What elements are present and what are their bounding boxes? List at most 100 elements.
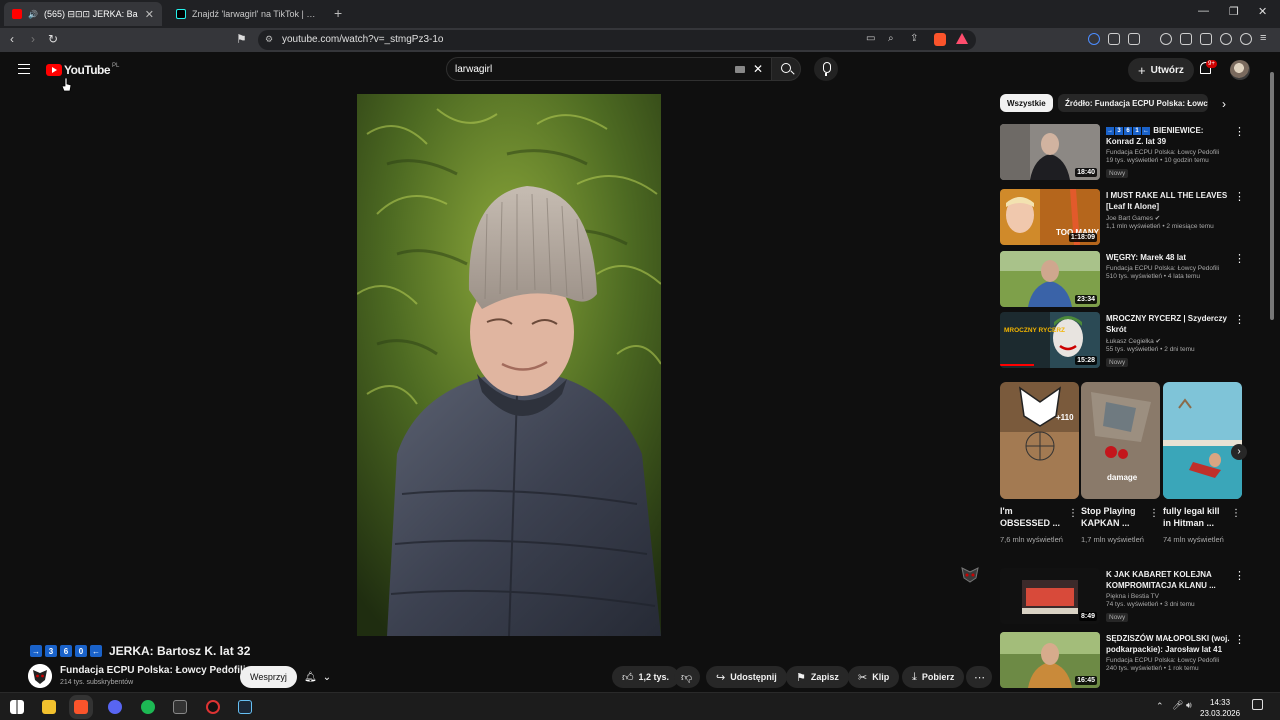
video-thumbnail[interactable]: 8:49: [1000, 568, 1100, 624]
recommendation-title[interactable]: WĘGRY: Marek 48 lat: [1106, 252, 1232, 263]
video-thumbnail[interactable]: TOO MANY 1:18:09: [1000, 189, 1100, 245]
spotify-icon[interactable]: [141, 700, 155, 714]
share-page-icon[interactable]: ⇪: [910, 33, 918, 44]
brave-shields-icon[interactable]: [934, 33, 946, 46]
short-item[interactable]: damage Stop Playing KAPKAN ... 1,7 mln w…: [1081, 382, 1160, 544]
tab-tiktok[interactable]: Znajdź 'larwagirl' na TikTok | Wyszuk: [168, 2, 328, 26]
minimize-icon[interactable]: —: [1198, 5, 1209, 17]
recommendation-item[interactable]: 16:45 SĘDZISZÓW MAŁOPOLSKI (woj. podkarp…: [1000, 632, 1250, 690]
steam-icon[interactable]: [238, 700, 252, 714]
download-button[interactable]: ⤓ Pobierz: [902, 666, 965, 688]
recommendation-title[interactable]: SĘDZISZÓW MAŁOPOLSKI (woj. podkarpackie)…: [1106, 633, 1232, 655]
close-window-icon[interactable]: ✕: [1258, 5, 1267, 18]
search-input[interactable]: larwagirl ✕: [446, 57, 772, 81]
channel-avatar[interactable]: [28, 664, 52, 688]
short-thumbnail[interactable]: [1163, 382, 1242, 499]
more-actions-button[interactable]: ⋯: [966, 666, 992, 688]
forward-icon[interactable]: ›: [31, 32, 35, 46]
video-player[interactable]: [357, 94, 661, 636]
recommendation-item[interactable]: 18:40 → 3 6 1 ← BIENIEWICE: Konrad Z. lat 39…: [1000, 124, 1250, 182]
more-vertical-icon[interactable]: ⋮: [1234, 633, 1245, 646]
chip-channel-source[interactable]: Źródło: Fundacja ECPU Polska: Łowcy: [1058, 94, 1208, 112]
video-thumbnail[interactable]: 23:34: [1000, 251, 1100, 307]
recommendation-channel[interactable]: Fundacja ECPU Polska: Łowcy Pedofili: [1106, 265, 1232, 272]
address-bar[interactable]: ⚙ youtube.com/watch?v=_stmgPz3-1o ▭ ⌕ ⇪: [258, 30, 976, 50]
search-button[interactable]: [771, 57, 801, 81]
recommendation-channel[interactable]: Fundacja ECPU Polska: Łowcy Pedofili: [1106, 149, 1232, 156]
wallet-icon[interactable]: [1200, 33, 1212, 45]
short-thumbnail[interactable]: damage: [1081, 382, 1160, 499]
extension-audio-icon[interactable]: [1088, 33, 1100, 45]
more-vertical-icon[interactable]: ⋮: [1234, 190, 1245, 203]
recommendation-title[interactable]: → 3 6 1 ← BIENIEWICE: Konrad Z. lat 39: [1106, 125, 1232, 147]
recommendation-item[interactable]: 23:34 WĘGRY: Marek 48 lat Fundacja ECPU …: [1000, 251, 1250, 309]
short-title[interactable]: fully legal kill in Hitman ...: [1163, 505, 1227, 529]
more-vertical-icon[interactable]: ⋮: [1234, 252, 1245, 265]
guide-menu-icon[interactable]: [18, 64, 30, 74]
brave-rewards-icon[interactable]: [956, 33, 968, 44]
page-scrollbar[interactable]: [1268, 60, 1276, 688]
keyboard-icon[interactable]: [735, 66, 745, 73]
tray-chevron-icon[interactable]: ⌃: [1156, 701, 1164, 712]
microphone-icon[interactable]: 🎤︎: [1172, 700, 1183, 711]
site-info-icon[interactable]: ⚙: [265, 34, 273, 45]
shorts-next-icon[interactable]: ›: [1231, 444, 1247, 460]
recommendation-channel[interactable]: Fundacja ECPU Polska: Łowcy Pedofili: [1106, 657, 1232, 664]
zoom-icon[interactable]: ⌕: [888, 33, 894, 44]
maximize-icon[interactable]: ❐: [1229, 5, 1239, 18]
like-button[interactable]: 👍︎ 1,2 tys.: [612, 666, 680, 688]
audio-playing-icon[interactable]: 🔊: [28, 10, 38, 19]
cast-icon[interactable]: ▭: [866, 33, 875, 44]
obs-icon[interactable]: [206, 700, 220, 714]
terminal-icon[interactable]: [173, 700, 187, 714]
recommendation-channel[interactable]: Łukasz Cegiełka ✔: [1106, 337, 1232, 345]
start-menu-icon[interactable]: [10, 700, 24, 714]
chip-all[interactable]: Wszystkie: [1000, 94, 1053, 112]
recommendation-item[interactable]: 8:49 K JAK KABARET KOLEJNA KOMPROMITACJA…: [1000, 568, 1250, 626]
new-tab-button[interactable]: +: [334, 5, 342, 21]
short-thumbnail[interactable]: +110: [1000, 382, 1079, 499]
vpn-icon[interactable]: [1240, 33, 1252, 45]
volume-icon[interactable]: 🔊︎: [1186, 700, 1192, 711]
back-icon[interactable]: ‹: [10, 32, 14, 46]
recommendation-channel[interactable]: Joe Bart Games ✔: [1106, 214, 1232, 222]
channel-name[interactable]: Fundacja ECPU Polska: Łowcy Pedofili: [60, 665, 246, 676]
reload-icon[interactable]: ↻: [48, 32, 58, 46]
video-thumbnail[interactable]: 18:40: [1000, 124, 1100, 180]
browser-menu-icon[interactable]: ≡: [1260, 32, 1266, 44]
chips-next-icon[interactable]: ›: [1222, 97, 1226, 111]
media-controls-icon[interactable]: [1160, 33, 1172, 45]
file-explorer-icon[interactable]: [42, 700, 56, 714]
account-avatar[interactable]: [1230, 60, 1250, 80]
recommendation-title[interactable]: I MUST RAKE ALL THE LEAVES [Leaf It Alon…: [1106, 190, 1232, 212]
more-vertical-icon[interactable]: ⋮: [1234, 313, 1245, 326]
sidebar-toggle-icon[interactable]: [1180, 33, 1192, 45]
youtube-logo[interactable]: YouTube PL: [46, 63, 119, 77]
more-vertical-icon[interactable]: ⋮: [1234, 125, 1245, 138]
dislike-button[interactable]: 👎︎: [674, 666, 700, 688]
short-title[interactable]: I'm OBSESSED ...: [1000, 505, 1064, 529]
more-vertical-icon[interactable]: ⋮: [1231, 508, 1241, 519]
scrollbar-thumb[interactable]: [1270, 72, 1274, 320]
bookmark-icon[interactable]: ⚑: [236, 32, 247, 46]
tab-youtube[interactable]: 🔊 (565) ⊟⊡⊡ JERKA: Ba ✕: [4, 2, 162, 26]
tab-close-icon[interactable]: ✕: [145, 8, 154, 21]
recommendation-item[interactable]: MROCZNY RYCERZ 15:28 MROCZNY RYCERZ | Sz…: [1000, 312, 1250, 370]
subscription-bell-button[interactable]: 🔔︎ ⌄: [304, 666, 342, 688]
extension-puzzle-icon[interactable]: [1108, 33, 1120, 45]
short-title[interactable]: Stop Playing KAPKAN ...: [1081, 505, 1145, 529]
short-item[interactable]: fully legal kill in Hitman ... 74 mln wy…: [1163, 382, 1242, 544]
more-vertical-icon[interactable]: ⋮: [1149, 508, 1159, 519]
save-button[interactable]: ⚑ Zapisz: [786, 666, 849, 688]
notification-center-icon[interactable]: [1252, 699, 1263, 710]
clip-button[interactable]: ✂ Klip: [848, 666, 900, 688]
voice-search-icon[interactable]: [814, 57, 838, 81]
system-clock[interactable]: 14:33 23.03.2026: [1200, 697, 1240, 719]
recommendation-channel[interactable]: Piękna i Bestia TV: [1106, 593, 1232, 600]
more-vertical-icon[interactable]: ⋮: [1068, 508, 1078, 519]
clear-search-icon[interactable]: ✕: [753, 62, 763, 76]
video-thumbnail[interactable]: MROCZNY RYCERZ 15:28: [1000, 312, 1100, 368]
brave-browser-icon[interactable]: [74, 700, 88, 714]
recommendation-item[interactable]: TOO MANY 1:18:09 I MUST RAKE ALL THE LEA…: [1000, 189, 1250, 247]
more-vertical-icon[interactable]: ⋮: [1234, 569, 1245, 582]
